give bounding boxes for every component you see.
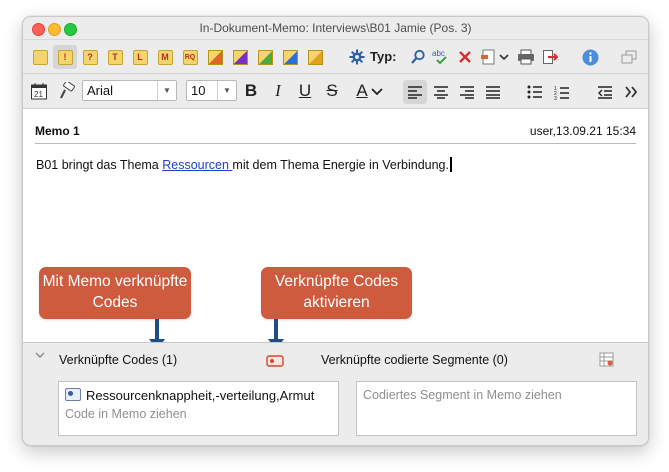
code-drop-placeholder: Code in Memo ziehen [65, 407, 187, 421]
print-icon[interactable] [514, 45, 538, 69]
callout-linked-codes: Mit Memo verknüpfte Codes [39, 267, 191, 319]
linked-segments-label: Verknüpfte codierte Segmente (0) [321, 353, 508, 367]
format-toolbar: 21 Arial ▼ 10 ▼ B I U S A 1 2 3 [23, 74, 648, 109]
code-name: Ressourcenknappheit,-verteilung,Armut [86, 388, 315, 403]
memo-orange-triangle-icon[interactable] [203, 45, 227, 69]
memo-text: mit dem Thema Energie in Verbindung. [232, 158, 449, 172]
callout-activate-codes: Verknüpfte Codes aktivieren [261, 267, 412, 319]
svg-text:21: 21 [34, 90, 43, 99]
align-justify-icon[interactable] [481, 80, 505, 104]
segment-drop-placeholder: Codiertes Segment in Memo ziehen [363, 388, 562, 402]
calendar-icon[interactable]: 21 [27, 79, 51, 103]
memo-question-icon[interactable]: ? [78, 45, 102, 69]
title-bar: In-Dokument-Memo: Interviews\B01 Jamie (… [23, 17, 648, 40]
memo-t-icon[interactable]: T [103, 45, 127, 69]
memo-plain-icon[interactable] [28, 45, 52, 69]
memo-yellow-triangle-icon[interactable] [303, 45, 327, 69]
linked-codes-label: Verknüpfte Codes (1) [59, 353, 178, 367]
memo-type-toolbar: ! ? T L M RQ Typ: abc [23, 40, 648, 74]
align-center-icon[interactable] [429, 80, 453, 104]
strikethrough-button[interactable]: S [321, 80, 343, 102]
chevron-down-icon: ▼ [157, 81, 176, 100]
numbered-list-icon[interactable]: 123 [550, 80, 574, 104]
linked-code-item[interactable]: Ressourcenknappheit,-verteilung,Armut [65, 388, 314, 403]
exit-icon[interactable] [538, 45, 562, 69]
code-icon [65, 388, 81, 401]
memo-link[interactable]: Ressourcen [162, 158, 232, 172]
export-dropdown-icon[interactable] [478, 45, 512, 69]
decrease-indent-icon[interactable] [593, 80, 617, 104]
memo-divider [35, 143, 636, 144]
search-icon[interactable] [406, 45, 430, 69]
more-options-icon[interactable] [619, 80, 643, 104]
memo-green-triangle-icon[interactable] [253, 45, 277, 69]
spellcheck-icon[interactable]: abc [429, 45, 453, 69]
font-size-select[interactable]: 10 ▼ [186, 80, 237, 101]
format-painter-icon[interactable] [55, 79, 79, 103]
coded-segments-drop-zone[interactable]: Codiertes Segment in Memo ziehen [356, 381, 637, 436]
memo-blue-triangle-icon[interactable] [278, 45, 302, 69]
chevron-down-icon: ▼ [217, 81, 236, 100]
undock-window-icon[interactable] [617, 45, 641, 69]
bold-button[interactable]: B [240, 80, 262, 102]
memo-l-icon[interactable]: L [128, 45, 152, 69]
info-icon[interactable] [578, 45, 602, 69]
gear-icon[interactable] [345, 45, 369, 69]
chevron-down-icon[interactable] [369, 80, 385, 104]
svg-text:3: 3 [554, 96, 557, 100]
font-family-select[interactable]: Arial ▼ [82, 80, 177, 101]
underline-button[interactable]: U [294, 80, 316, 102]
segments-table-icon[interactable] [599, 352, 614, 372]
text-cursor [449, 157, 452, 172]
memo-purple-triangle-icon[interactable] [228, 45, 252, 69]
memo-window: In-Dokument-Memo: Interviews\B01 Jamie (… [22, 16, 649, 446]
delete-icon[interactable] [453, 45, 477, 69]
memo-exclamation-icon[interactable]: ! [53, 45, 77, 69]
memo-text: B01 bringt das Thema [36, 158, 163, 172]
bullet-list-icon[interactable] [523, 80, 547, 104]
window-title: In-Dokument-Memo: Interviews\B01 Jamie (… [199, 21, 472, 35]
memo-text-editor[interactable]: B01 bringt das Thema Ressourcen mit dem … [36, 157, 452, 172]
memo-title: Memo 1 [35, 124, 80, 138]
callout-arrow [155, 319, 159, 341]
align-left-icon[interactable] [403, 80, 427, 104]
memo-m-icon[interactable]: M [153, 45, 177, 69]
linked-codes-drop-zone[interactable]: Ressourcenknappheit,-verteilung,Armut Co… [58, 381, 339, 436]
linked-items-panel: Verknüpfte Codes (1) Verknüpfte codierte… [23, 342, 648, 445]
collapse-chevron-icon[interactable] [35, 351, 45, 362]
svg-text:abc: abc [432, 49, 445, 58]
align-right-icon[interactable] [455, 80, 479, 104]
memo-author-date: user,13.09.21 15:34 [529, 124, 636, 138]
italic-button[interactable]: I [267, 80, 289, 102]
callout-arrow [274, 319, 278, 341]
activate-codes-icon[interactable] [266, 354, 284, 372]
type-label: Typ: [370, 49, 397, 64]
memo-rq-icon[interactable]: RQ [178, 45, 202, 69]
